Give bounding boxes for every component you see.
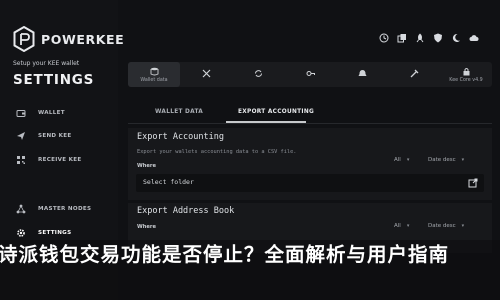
sidebar-item-label: WALLET <box>38 110 65 116</box>
lock-icon <box>463 67 469 75</box>
sidebar-item-receive-kee[interactable]: RECEIVE KEE <box>16 152 116 168</box>
tab-sync[interactable] <box>232 62 284 87</box>
tools-icon <box>410 69 418 78</box>
tab-wallet-data[interactable]: Wallet data <box>128 62 180 87</box>
receive-icon <box>16 155 26 165</box>
top-toolbar <box>378 32 479 43</box>
where-label: Where <box>137 163 157 169</box>
settings-tab-strip: Wallet data Kee Core v4.9 <box>128 62 492 87</box>
database-icon <box>150 67 158 75</box>
brand-name: POWERKEE <box>41 32 125 47</box>
tab-label: Wallet data <box>140 77 168 83</box>
export-accounting-panel: Export Accounting Export your wallets ac… <box>128 128 492 200</box>
subtab-export-accounting[interactable]: EXPORT ACCOUNTING <box>238 109 314 115</box>
shield-icon[interactable] <box>432 32 443 43</box>
subtab-divider <box>128 123 492 124</box>
filter-select-value: All <box>394 157 401 163</box>
chevron-down-icon: ▾ <box>461 223 465 229</box>
chevron-down-icon: ▾ <box>406 157 410 163</box>
tab-kee-core[interactable]: Kee Core v4.9 <box>440 62 492 87</box>
filter-select-all[interactable]: All ▾ <box>394 157 409 163</box>
tagline: Setup your KEE wallet <box>13 60 80 67</box>
sidebar-item-label: SETTINGS <box>38 230 72 236</box>
moon-icon[interactable] <box>450 32 461 43</box>
sidebar-item-label: SEND KEE <box>38 133 72 139</box>
copy-icon[interactable] <box>396 32 407 43</box>
tab-tools[interactable] <box>388 62 440 87</box>
chevron-down-icon: ▾ <box>406 223 410 229</box>
sort-select-value: Date desc <box>428 223 456 229</box>
sync-icon <box>254 70 262 77</box>
tab-notifications[interactable] <box>336 62 388 87</box>
sidebar-item-send-kee[interactable]: SEND KEE <box>16 128 116 144</box>
select-folder-field[interactable]: Select folder <box>136 174 484 192</box>
filter-select-value: All <box>394 223 401 229</box>
clock-icon[interactable] <box>378 32 389 43</box>
export-accounting-description: Export your wallets accounting data to a… <box>137 149 297 155</box>
export-accounting-title: Export Accounting <box>137 132 224 142</box>
export-address-book-title: Export Address Book <box>137 206 235 216</box>
tab-label: Kee Core v4.9 <box>449 77 483 83</box>
key-icon <box>306 71 315 76</box>
external-link-icon[interactable] <box>468 178 478 188</box>
cloud-icon[interactable] <box>468 32 479 43</box>
send-icon <box>16 131 26 141</box>
gear-icon <box>16 228 26 238</box>
subtab-wallet-data[interactable]: WALLET DATA <box>155 109 203 115</box>
filter-select-all[interactable]: All ▾ <box>394 223 409 229</box>
powerkee-logo-icon <box>13 26 35 52</box>
page-title: SETTINGS <box>13 72 95 88</box>
sort-select[interactable]: Date desc ▾ <box>428 223 464 229</box>
sort-select-value: Date desc <box>428 157 456 163</box>
caption-text: 诗派钱包交易功能是否停止？全面解析与用户指南 <box>0 243 450 266</box>
bell-icon <box>358 70 366 76</box>
tab-network[interactable] <box>180 62 232 87</box>
sidebar-item-label: RECEIVE KEE <box>38 157 82 163</box>
cross-arrows-icon <box>202 69 210 78</box>
sidebar-item-label: MASTER NODES <box>38 206 92 212</box>
nodes-icon <box>16 204 26 214</box>
chevron-down-icon: ▾ <box>461 157 465 163</box>
sidebar-item-master-nodes[interactable]: MASTER NODES <box>16 201 116 217</box>
sort-select[interactable]: Date desc ▾ <box>428 157 464 163</box>
wallet-icon <box>16 108 26 118</box>
subtab-active-indicator <box>226 121 306 123</box>
select-folder-text: Select folder <box>143 178 194 186</box>
sidebar-item-wallet[interactable]: WALLET <box>16 105 116 121</box>
rocket-icon[interactable] <box>414 32 425 43</box>
where-label: Where <box>137 224 157 230</box>
tab-keys[interactable] <box>284 62 336 87</box>
